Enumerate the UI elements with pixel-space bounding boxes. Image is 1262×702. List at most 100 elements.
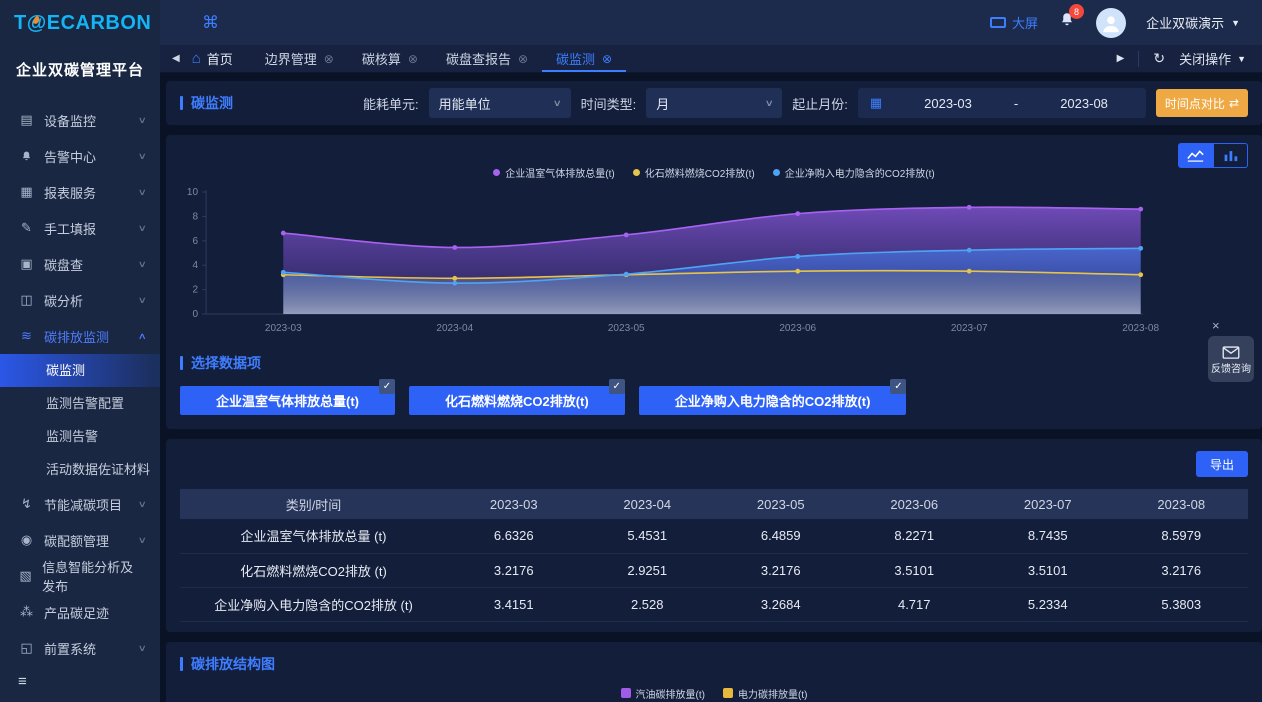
sidebar-item-2[interactable]: ▦报表服务∨ — [0, 174, 160, 210]
data-items-row: 企业温室气体排放总量(t)✓ 化石燃料燃烧CO2排放(t)✓ 企业净购入电力隐含的C… — [180, 386, 1248, 415]
table-col-header-4: 2023-06 — [848, 489, 982, 519]
line-chart-toggle[interactable] — [1178, 143, 1213, 168]
chart-type-toggles — [1178, 143, 1248, 168]
sidebar-subitem-1[interactable]: 监测告警配置 — [0, 387, 160, 420]
tab-3[interactable]: 碳监测 ⊗ — [542, 45, 626, 72]
tab-close-icon[interactable]: ⊗ — [602, 52, 612, 66]
close-operations-dropdown[interactable]: 关闭操作▼ — [1179, 49, 1246, 68]
legend-item-1[interactable]: 化石燃料燃烧CO2排放(t) — [633, 165, 755, 180]
tab-close-icon[interactable]: ⊗ — [324, 52, 334, 66]
tab-label: 碳监测 — [556, 49, 595, 68]
title-accent — [180, 356, 183, 370]
collapse-menu-icon[interactable]: ≡ — [18, 673, 27, 690]
tab-home-label: 首页 — [207, 49, 233, 68]
tab-home[interactable]: ⌂首页 — [188, 45, 251, 72]
table-row-0: 企业温室气体排放总量 (t)6.63265.45316.48598.22718.… — [180, 519, 1248, 553]
sidebar-item-6[interactable]: ≋碳排放监测∧ — [0, 318, 160, 354]
feedback-button[interactable]: 反馈咨询 — [1208, 336, 1254, 382]
chevron-down-icon: ▼ — [1231, 18, 1240, 28]
notification-bell-icon[interactable]: 8 — [1058, 11, 1076, 34]
user-avatar[interactable] — [1096, 8, 1126, 38]
legend-label: 企业净购入电力隐含的CO2排放(t) — [785, 165, 935, 180]
chart-legend: 企业温室气体排放总量(t) 化石燃料燃烧CO2排放(t) 企业净购入电力隐含的CO2… — [180, 165, 1248, 180]
structure-title: 碳排放结构图 — [180, 654, 1248, 674]
data-item-button-2[interactable]: 企业净购入电力隐含的CO2排放(t)✓ — [639, 386, 907, 415]
data-item-label: 企业温室气体排放总量(t) — [216, 391, 359, 410]
sidebar-item-4[interactable]: ▣碳盘查∨ — [0, 246, 160, 282]
tabs-scroll-right-icon[interactable]: ▶ — [1117, 53, 1125, 64]
brand-logo-t: T — [14, 12, 27, 34]
svg-text:2023-05: 2023-05 — [608, 323, 645, 334]
energy-unit-select[interactable]: 用能单位∨ — [429, 88, 571, 118]
sidebar-item-label: 信息智能分析及发布 — [42, 557, 146, 595]
structure-legend-item-0[interactable]: 汽油碳排放量(t) — [621, 686, 705, 701]
monitor-icon: ▤ — [18, 112, 35, 128]
feedback-close-icon[interactable]: × — [1208, 318, 1254, 333]
calendar-icon: ▦ — [870, 95, 882, 111]
table-body: 企业温室气体排放总量 (t)6.63265.45316.48598.22718.… — [180, 519, 1248, 621]
time-compare-button[interactable]: 时间点对比⇄ — [1156, 89, 1248, 117]
sidebar-item-3[interactable]: ✎手工填报∨ — [0, 210, 160, 246]
tab-label: 边界管理 — [265, 49, 317, 68]
row-label: 化石燃料燃烧CO2排放 (t) — [180, 553, 447, 587]
data-item-button-0[interactable]: 企业温室气体排放总量(t)✓ — [180, 386, 395, 415]
filter-panel: 碳监测 能耗单元: 用能单位∨ 时间类型: 月∨ 起止月份: ▦ 2023-03… — [166, 81, 1262, 125]
export-button[interactable]: 导出 — [1196, 451, 1248, 477]
sidebar-subitem-0[interactable]: 碳监测 — [0, 354, 160, 387]
time-type-select[interactable]: 月∨ — [646, 88, 782, 118]
refresh-icon[interactable]: ↻ — [1153, 50, 1165, 67]
notification-badge: 8 — [1069, 4, 1084, 19]
line-chart[interactable]: 02468102023-032023-042023-052023-062023-… — [180, 184, 1248, 339]
energy-unit-value: 用能单位 — [439, 94, 491, 113]
sidebar-item-5[interactable]: ◫碳分析∨ — [0, 282, 160, 318]
date-start-value[interactable]: 2023-03 — [898, 96, 998, 111]
date-range-picker[interactable]: ▦ 2023-03 - 2023-08 — [858, 88, 1146, 118]
sidebar-item-0[interactable]: ▤设备监控∨ — [0, 102, 160, 138]
tab-close-icon[interactable]: ⊗ — [518, 52, 528, 66]
row-value: 3.4151 — [447, 587, 581, 621]
structure-legend-label: 汽油碳排放量(t) — [636, 686, 705, 701]
sidebar-item-label: 报表服务 — [44, 183, 96, 202]
tab-2[interactable]: 碳盘查报告⊗ — [432, 45, 542, 72]
divider — [1138, 51, 1139, 67]
sidebar-item-label: 告警中心 — [44, 147, 96, 166]
svg-text:2023-04: 2023-04 — [436, 323, 473, 334]
row-value: 3.2176 — [1115, 553, 1249, 587]
sidebar-item-label: 前置系统 — [44, 639, 96, 658]
tab-1[interactable]: 碳核算⊗ — [348, 45, 432, 72]
page-title-label: 碳监测 — [191, 93, 233, 113]
tabs-scroll-left-icon[interactable]: ◀ — [160, 53, 188, 64]
sidebar-item-label: 手工填报 — [44, 219, 96, 238]
date-end-value[interactable]: 2023-08 — [1034, 96, 1134, 111]
checked-icon: ✓ — [379, 379, 395, 394]
account-menu[interactable]: 企业双碳演示▼ — [1146, 13, 1240, 32]
sidebar-item-11[interactable]: ◱前置系统∨ — [0, 630, 160, 666]
table-panel: 导出 类别/时间2023-032023-042023-052023-062023… — [166, 439, 1262, 632]
bar-chart-toggle[interactable] — [1213, 143, 1248, 168]
legend-dot-icon — [633, 169, 640, 176]
data-item-button-1[interactable]: 化石燃料燃烧CO2排放(t)✓ — [409, 386, 625, 415]
sidebar-item-7[interactable]: ↯节能减碳项目∨ — [0, 486, 160, 522]
sidebar-subitem-3[interactable]: 活动数据佐证材料 — [0, 453, 160, 486]
tab-close-icon[interactable]: ⊗ — [408, 52, 418, 66]
data-items-title: 选择数据项 — [180, 353, 1248, 373]
sidebar-item-1[interactable]: 告警中心∨ — [0, 138, 160, 174]
sidebar-item-9[interactable]: ▧信息智能分析及发布 — [0, 558, 160, 594]
structure-legend-item-1[interactable]: 电力碳排放量(t) — [723, 686, 807, 701]
chevron-down-icon: ∨ — [138, 643, 147, 654]
time-type-value: 月 — [656, 94, 669, 113]
page-title: 碳监测 — [180, 93, 233, 113]
sidebar-subitem-2[interactable]: 监测告警 — [0, 420, 160, 453]
chevron-down-icon: ∨ — [138, 499, 147, 510]
tab-0[interactable]: 边界管理 ⊗ — [251, 45, 348, 72]
apps-grid-icon[interactable]: ⌘ — [202, 13, 219, 33]
sidebar-item-10[interactable]: ⁂产品碳足迹 — [0, 594, 160, 630]
structure-title-label: 碳排放结构图 — [191, 654, 275, 674]
legend-item-2[interactable]: 企业净购入电力隐含的CO2排放(t) — [773, 165, 935, 180]
big-screen-button[interactable]: 大屏 — [990, 13, 1038, 32]
svg-text:2: 2 — [192, 285, 198, 296]
legend-item-0[interactable]: 企业温室气体排放总量(t) — [493, 165, 614, 180]
sidebar-item-label: 碳排放监测 — [44, 327, 109, 346]
legend-label: 企业温室气体排放总量(t) — [505, 165, 614, 180]
sidebar-item-8[interactable]: ◉碳配额管理∨ — [0, 522, 160, 558]
